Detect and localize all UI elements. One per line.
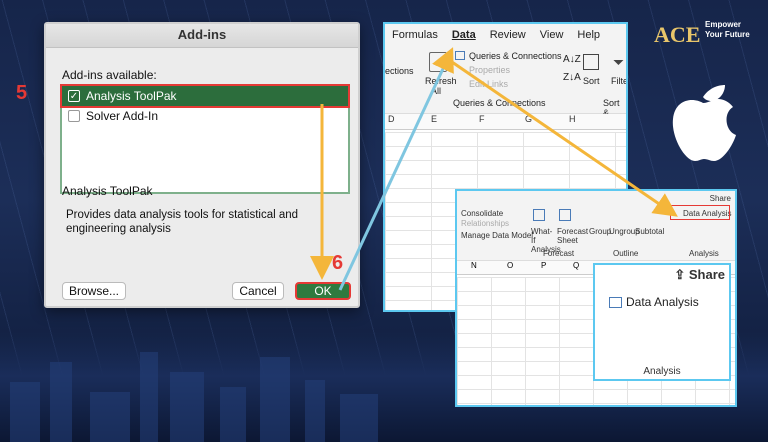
arrow-to-data-analysis — [451, 60, 678, 217]
arrow-to-data-tab — [338, 47, 454, 291]
tagline-line-2: Your Future — [705, 30, 750, 39]
brand-tagline: Empower Your Future — [705, 20, 750, 40]
tagline-line-1: Empower — [705, 20, 742, 29]
apple-logo-icon — [672, 85, 736, 161]
annotation-arrows — [310, 47, 678, 291]
ace-logo: ACE — [654, 22, 701, 47]
